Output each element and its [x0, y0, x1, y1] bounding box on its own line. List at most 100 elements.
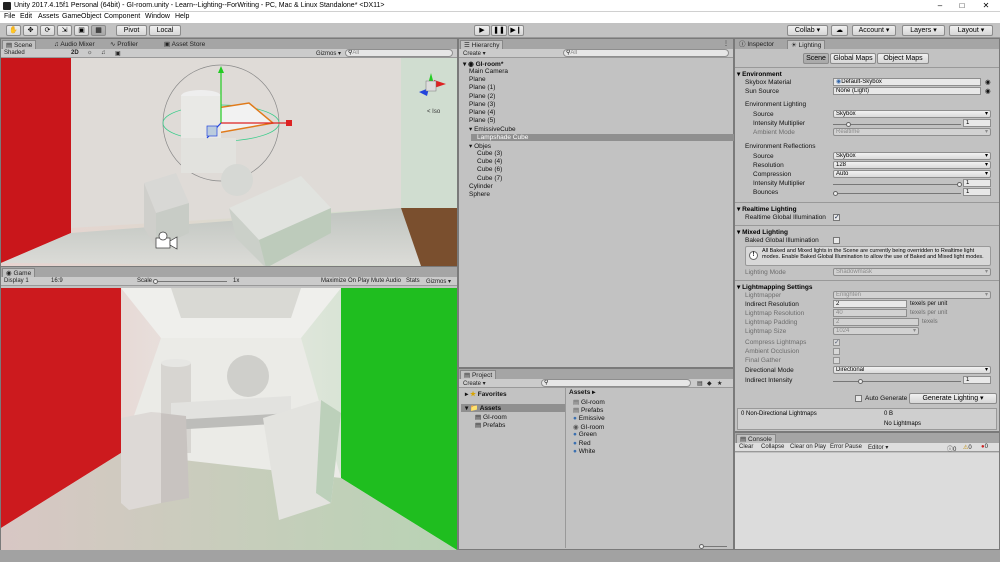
menu-gameobject[interactable]: GameObject: [62, 13, 101, 20]
tab-project[interactable]: ▤ Project: [460, 370, 497, 379]
hierarchy-item[interactable]: Cube (3): [477, 150, 502, 157]
ambient-mode-dropdown[interactable]: Realtime: [833, 128, 991, 136]
final-gather-checkbox[interactable]: [833, 357, 840, 364]
tab-profiler[interactable]: ∿ Profiler: [107, 40, 141, 49]
hierarchy-item[interactable]: Cube (7): [477, 175, 502, 182]
icon-size-slider-knob[interactable]: [699, 544, 704, 549]
console-collapse-button[interactable]: Collapse: [761, 444, 784, 450]
object-picker-icon[interactable]: ◉: [985, 87, 991, 95]
scale-slider-knob[interactable]: [153, 279, 158, 284]
hierarchy-item[interactable]: Lampshade Cube: [471, 133, 735, 141]
object-picker-icon[interactable]: ◉: [985, 78, 991, 86]
console-info-toggle[interactable]: ⓘ0: [947, 444, 956, 453]
tab-hierarchy[interactable]: ☰ Hierarchy: [460, 40, 504, 49]
tab-console[interactable]: ▤ Console: [736, 434, 776, 443]
local-toggle[interactable]: Local: [149, 25, 181, 36]
maximize-button[interactable]: □: [952, 0, 972, 12]
menu-file[interactable]: File: [4, 13, 15, 20]
lightmapper-dropdown[interactable]: Enlighten: [833, 291, 991, 299]
skybox-material-field[interactable]: ◉Default-Skybox: [833, 78, 981, 86]
ambient-occlusion-checkbox[interactable]: [833, 348, 840, 355]
tab-game[interactable]: ◉ Game: [2, 268, 36, 277]
display-dropdown[interactable]: Display 1: [4, 278, 29, 284]
console-error-pause-button[interactable]: Error Pause: [830, 444, 862, 450]
assets-folder-item[interactable]: ▾ 📁 Assets: [461, 404, 565, 412]
env-intensity-input[interactable]: 1: [963, 119, 991, 127]
hierarchy-item[interactable]: Plane (1): [469, 84, 495, 91]
filter-type-icon[interactable]: ▤: [697, 380, 703, 387]
shading-mode-dropdown[interactable]: Shaded: [4, 50, 25, 56]
compression-dropdown[interactable]: Auto: [833, 170, 991, 178]
console-warning-toggle[interactable]: ⚠0: [963, 444, 972, 451]
tree-prefabs[interactable]: ▤ Prefabs: [475, 421, 505, 429]
pivot-toggle[interactable]: Pivot: [116, 25, 147, 36]
console-clear-button[interactable]: Clear: [739, 444, 753, 450]
2d-toggle[interactable]: 2D: [71, 50, 79, 56]
lightmapping-header[interactable]: ▾ Lightmapping Settings: [737, 283, 813, 291]
console-editor-dropdown[interactable]: Editor ▾: [868, 444, 888, 451]
gizmos-dropdown[interactable]: Gizmos ▾: [316, 50, 341, 57]
transform-tool-button[interactable]: ▦: [91, 25, 106, 36]
mute-audio-toggle[interactable]: Mute Audio: [371, 278, 401, 284]
directional-mode-dropdown[interactable]: Directional: [833, 366, 991, 374]
filter-label-icon[interactable]: ◆: [707, 380, 712, 387]
bounces-input[interactable]: 1: [963, 188, 991, 196]
env-intensity-slider[interactable]: [833, 122, 961, 127]
collab-button[interactable]: Collab ▾: [787, 25, 828, 36]
asset-item[interactable]: ▤ Prefabs: [573, 406, 603, 414]
icon-size-slider[interactable]: [699, 544, 727, 549]
scene-root-item[interactable]: ▾ ◉ GI-room*: [463, 60, 503, 68]
aspect-dropdown[interactable]: 16:9: [51, 278, 63, 284]
bounces-knob[interactable]: [833, 191, 838, 196]
play-button[interactable]: ▶: [474, 25, 490, 36]
asset-item[interactable]: ● Emissive: [573, 415, 605, 422]
lightmap-size-dropdown[interactable]: 1024: [833, 327, 919, 335]
menu-help[interactable]: Help: [175, 13, 189, 20]
subtab-global-maps[interactable]: Global Maps: [830, 53, 876, 64]
indirect-intensity-input[interactable]: 1: [963, 376, 991, 384]
rect-tool-button[interactable]: ▣: [74, 25, 89, 36]
asset-item[interactable]: ● White: [573, 448, 595, 455]
maximize-on-play-toggle[interactable]: Maximize On Play: [321, 278, 369, 284]
refl-intensity-slider[interactable]: [833, 182, 962, 187]
audio-toggle-icon[interactable]: ♫: [101, 50, 106, 56]
project-search-input[interactable]: ⚲: [541, 379, 691, 387]
panel-menu-icon[interactable]: ⋮: [723, 40, 729, 47]
subtab-object-maps[interactable]: Object Maps: [877, 53, 929, 64]
tab-scene[interactable]: ▤ Scene: [2, 40, 37, 49]
generate-lighting-button[interactable]: Generate Lighting ▾: [909, 393, 997, 404]
hierarchy-item[interactable]: Plane (3): [469, 101, 495, 108]
menu-component[interactable]: Component: [104, 13, 140, 20]
move-tool-button[interactable]: ✥: [23, 25, 38, 36]
layers-dropdown[interactable]: Layers ▾: [902, 25, 945, 36]
menu-window[interactable]: Window: [145, 13, 170, 20]
scale-slider[interactable]: [153, 279, 227, 284]
tree-gi-room[interactable]: ▤ GI-room: [475, 413, 507, 421]
favorites-item[interactable]: ▸ ★ Favorites: [465, 390, 507, 398]
lighting-toggle-icon[interactable]: ☼: [87, 50, 93, 56]
bounces-slider[interactable]: [833, 191, 961, 196]
asset-item[interactable]: ● Green: [573, 431, 597, 438]
hierarchy-item[interactable]: ▾ EmissiveCube: [469, 125, 516, 133]
tab-audio-mixer[interactable]: ♫ Audio Mixer: [51, 40, 98, 49]
refl-intensity-input[interactable]: 1: [963, 179, 991, 187]
environment-header[interactable]: ▾ Environment: [737, 70, 782, 78]
menu-edit[interactable]: Edit: [20, 13, 32, 20]
indirect-intensity-knob[interactable]: [858, 379, 863, 384]
scene-viewport[interactable]: < Iso: [1, 58, 457, 266]
close-button[interactable]: ✕: [976, 0, 996, 12]
tab-asset-store[interactable]: ▣ Asset Store: [161, 40, 208, 49]
asset-item[interactable]: ▤ GI-room: [573, 398, 605, 406]
indirect-intensity-slider[interactable]: [833, 379, 961, 384]
sun-source-field[interactable]: None (Light): [833, 87, 981, 95]
star-filter-icon[interactable]: ★: [717, 380, 722, 387]
mixed-lighting-header[interactable]: ▾ Mixed Lighting: [737, 228, 788, 236]
step-button[interactable]: ▶❙: [508, 25, 524, 36]
hierarchy-search-input[interactable]: ⚲All: [563, 49, 729, 57]
hierarchy-item[interactable]: Plane: [469, 76, 486, 83]
console-clear-on-play-button[interactable]: Clear on Play: [790, 444, 826, 450]
assets-breadcrumb[interactable]: Assets ▸: [569, 388, 595, 396]
account-button[interactable]: Account ▾: [852, 25, 896, 36]
hierarchy-item[interactable]: Plane (2): [469, 93, 495, 100]
refl-source-dropdown[interactable]: Skybox: [833, 152, 991, 160]
